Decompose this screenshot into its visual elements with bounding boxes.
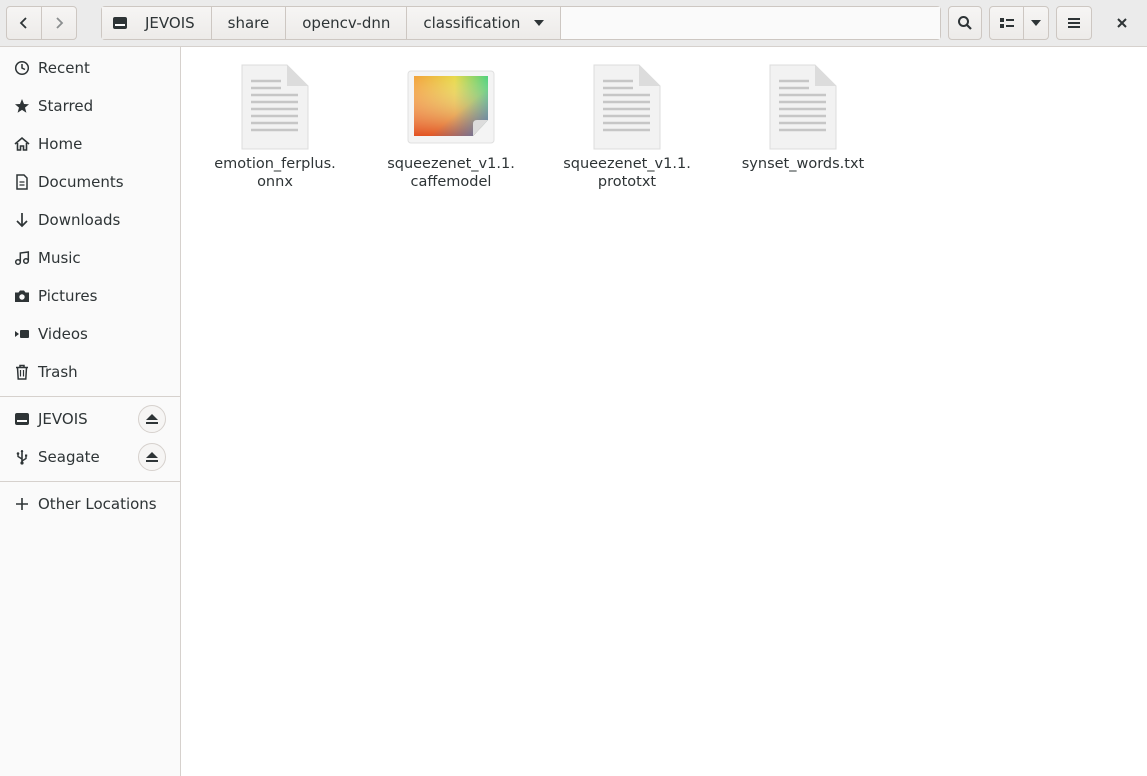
sidebar-item-label: Downloads bbox=[38, 211, 121, 229]
chevron-down-icon[interactable] bbox=[534, 20, 545, 26]
view-toggle-button[interactable] bbox=[990, 7, 1023, 39]
text-file-icon bbox=[241, 64, 309, 150]
back-button[interactable] bbox=[7, 7, 41, 39]
trash-icon bbox=[16, 364, 28, 380]
breadcrumb-opencv-dnn[interactable]: opencv-dnn bbox=[286, 7, 408, 39]
view-options bbox=[989, 6, 1049, 40]
sidebar-item-label: Home bbox=[38, 135, 83, 153]
usb-icon bbox=[16, 450, 28, 465]
file-item[interactable]: squeezenet_v1.1. caffemodel bbox=[376, 63, 526, 191]
sidebar-item-pictures[interactable]: Pictures bbox=[0, 277, 180, 315]
eject-jevois-button[interactable] bbox=[138, 405, 166, 433]
document-icon bbox=[16, 174, 28, 190]
drive-icon bbox=[15, 413, 29, 425]
eject-seagate-button[interactable] bbox=[138, 443, 166, 471]
sidebar-item-label: Trash bbox=[38, 363, 78, 381]
text-file-icon bbox=[593, 64, 661, 150]
sidebar-item-other-locations[interactable]: Other Locations bbox=[0, 485, 180, 523]
hamburger-menu-icon bbox=[1068, 18, 1080, 28]
go-back-icon bbox=[19, 17, 27, 29]
sidebar-item-label: Music bbox=[38, 249, 81, 267]
sidebar-separator bbox=[0, 481, 180, 482]
file-name: squeezenet_v1.1. prototxt bbox=[563, 156, 691, 190]
sidebar-item-documents[interactable]: Documents bbox=[0, 163, 180, 201]
breadcrumb-label: share bbox=[227, 14, 270, 32]
sidebar-separator bbox=[0, 396, 180, 397]
breadcrumb-label: JEVOIS bbox=[145, 14, 195, 32]
search-button[interactable] bbox=[948, 6, 982, 40]
breadcrumb-share[interactable]: share bbox=[211, 7, 287, 39]
file-name: emotion_ferplus. onnx bbox=[214, 156, 336, 190]
video-icon bbox=[15, 330, 29, 338]
sidebar-item-music[interactable]: Music bbox=[0, 239, 180, 277]
path-bar-empty bbox=[561, 7, 940, 39]
eject-icon bbox=[146, 452, 158, 462]
list-view-icon bbox=[999, 18, 1014, 28]
breadcrumb-jevois[interactable]: JEVOIS bbox=[102, 7, 212, 39]
file-item[interactable]: emotion_ferplus. onnx bbox=[200, 63, 350, 191]
star-icon bbox=[15, 99, 29, 113]
download-icon bbox=[16, 213, 28, 228]
sidebar-item-label: Pictures bbox=[38, 287, 98, 305]
close-icon bbox=[1117, 18, 1127, 28]
sidebar-item-label: Other Locations bbox=[38, 495, 157, 513]
sidebar-item-label: JEVOIS bbox=[38, 410, 88, 428]
sidebar-item-label: Seagate bbox=[38, 448, 100, 466]
image-file-icon bbox=[407, 70, 495, 144]
sidebar-item-recent[interactable]: Recent bbox=[0, 49, 180, 87]
breadcrumb-label: opencv-dnn bbox=[302, 14, 391, 32]
plus-icon bbox=[16, 498, 28, 510]
navigation-buttons bbox=[6, 6, 77, 40]
file-item[interactable]: synset_words.txt bbox=[728, 63, 878, 173]
sidebar-item-label: Recent bbox=[38, 59, 90, 77]
forward-button[interactable] bbox=[41, 7, 76, 39]
home-icon bbox=[14, 136, 30, 151]
view-menu-button[interactable] bbox=[1023, 7, 1048, 39]
close-window-button[interactable] bbox=[1105, 6, 1139, 40]
sidebar-item-downloads[interactable]: Downloads bbox=[0, 201, 180, 239]
sidebar-item-home[interactable]: Home bbox=[0, 125, 180, 163]
sidebar-item-label: Starred bbox=[38, 97, 94, 115]
sidebar-item-label: Videos bbox=[38, 325, 88, 343]
breadcrumb-label: classification bbox=[423, 14, 521, 32]
search-icon bbox=[958, 16, 972, 30]
sidebar: Recent Starred Home Documents Downloads … bbox=[0, 47, 181, 776]
clock-icon bbox=[14, 60, 30, 76]
camera-icon bbox=[15, 290, 29, 302]
chevron-down-icon bbox=[1031, 20, 1041, 26]
sidebar-item-trash[interactable]: Trash bbox=[0, 353, 180, 391]
header-bar: JEVOIS share opencv-dnn classification bbox=[0, 0, 1147, 47]
sidebar-item-starred[interactable]: Starred bbox=[0, 87, 180, 125]
main-menu-button[interactable] bbox=[1056, 6, 1092, 40]
text-file-icon bbox=[769, 64, 837, 150]
go-forward-icon bbox=[56, 17, 64, 29]
path-bar: JEVOIS share opencv-dnn classification bbox=[101, 6, 941, 40]
file-name: squeezenet_v1.1. caffemodel bbox=[387, 156, 515, 190]
file-item[interactable]: squeezenet_v1.1. prototxt bbox=[552, 63, 702, 191]
file-view: emotion_ferplus. onnx squeezenet_v1.1. c… bbox=[181, 47, 1147, 776]
sidebar-item-videos[interactable]: Videos bbox=[0, 315, 180, 353]
music-icon bbox=[14, 251, 30, 266]
drive-icon bbox=[113, 17, 127, 29]
breadcrumb-classification[interactable]: classification bbox=[407, 7, 562, 39]
sidebar-item-label: Documents bbox=[38, 173, 124, 191]
file-name: synset_words.txt bbox=[741, 156, 865, 172]
eject-icon bbox=[146, 414, 158, 424]
